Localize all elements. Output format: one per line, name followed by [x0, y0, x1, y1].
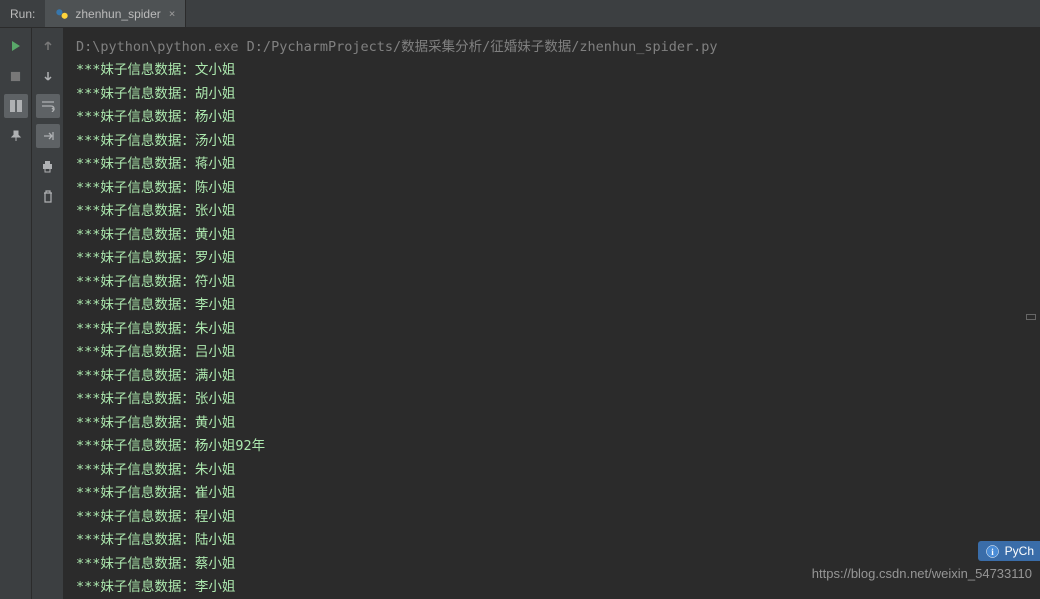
soft-wrap-button[interactable]	[36, 94, 60, 118]
output-line: ***妹子信息数据：胡小姐	[76, 83, 1028, 106]
arrow-up-button[interactable]	[36, 34, 60, 58]
output-line: ***妹子信息数据：满小姐	[76, 365, 1028, 388]
output-line: ***妹子信息数据：张小姐	[76, 200, 1028, 223]
output-line: ***妹子信息数据：罗小姐	[76, 247, 1028, 270]
run-panel-label: Run:	[0, 7, 45, 21]
output-line: ***妹子信息数据：杨小姐92年	[76, 435, 1028, 458]
scroll-indicator-icon	[1026, 314, 1036, 320]
output-line: ***妹子信息数据：汤小姐	[76, 130, 1028, 153]
output-line: ***妹子信息数据：符小姐	[76, 271, 1028, 294]
tab-label: zhenhun_spider	[75, 7, 160, 21]
output-line: ***妹子信息数据：杨小姐	[76, 106, 1028, 129]
run-button[interactable]	[4, 34, 28, 58]
info-icon: i	[986, 544, 1000, 558]
output-line: ***妹子信息数据：吕小姐	[76, 341, 1028, 364]
arrow-down-button[interactable]	[36, 64, 60, 88]
run-tab[interactable]: zhenhun_spider ×	[45, 0, 186, 27]
close-icon[interactable]: ×	[169, 7, 176, 20]
console-actions-sidebar	[32, 28, 64, 599]
layout-button[interactable]	[4, 94, 28, 118]
output-line: ***妹子信息数据：张小姐	[76, 388, 1028, 411]
watermark-text: https://blog.csdn.net/weixin_54733110	[812, 566, 1032, 581]
output-line: ***妹子信息数据：文小姐	[76, 59, 1028, 82]
stop-button[interactable]	[4, 64, 28, 88]
pin-button[interactable]	[4, 124, 28, 148]
output-line: ***妹子信息数据：崔小姐	[76, 482, 1028, 505]
python-file-icon	[55, 7, 69, 21]
print-button[interactable]	[36, 154, 60, 178]
console-output[interactable]: D:\python\python.exe D:/PycharmProjects/…	[64, 28, 1040, 599]
scroll-to-end-button[interactable]	[36, 124, 60, 148]
output-line: ***妹子信息数据：陈小姐	[76, 177, 1028, 200]
run-actions-sidebar	[0, 28, 32, 599]
output-line: ***妹子信息数据：朱小姐	[76, 318, 1028, 341]
output-line: ***妹子信息数据：黄小姐	[76, 224, 1028, 247]
output-line: ***妹子信息数据：朱小姐	[76, 459, 1028, 482]
output-line: ***妹子信息数据：李小姐	[76, 294, 1028, 317]
output-line: ***妹子信息数据：陆小姐	[76, 529, 1028, 552]
clear-button[interactable]	[36, 184, 60, 208]
output-line: ***妹子信息数据：蒋小姐	[76, 153, 1028, 176]
command-line: D:\python\python.exe D:/PycharmProjects/…	[76, 36, 1028, 59]
pycharm-badge[interactable]: i PyCh	[978, 541, 1040, 561]
output-line: ***妹子信息数据：黄小姐	[76, 412, 1028, 435]
badge-label: PyCh	[1005, 544, 1034, 558]
output-line: ***妹子信息数据：程小姐	[76, 506, 1028, 529]
